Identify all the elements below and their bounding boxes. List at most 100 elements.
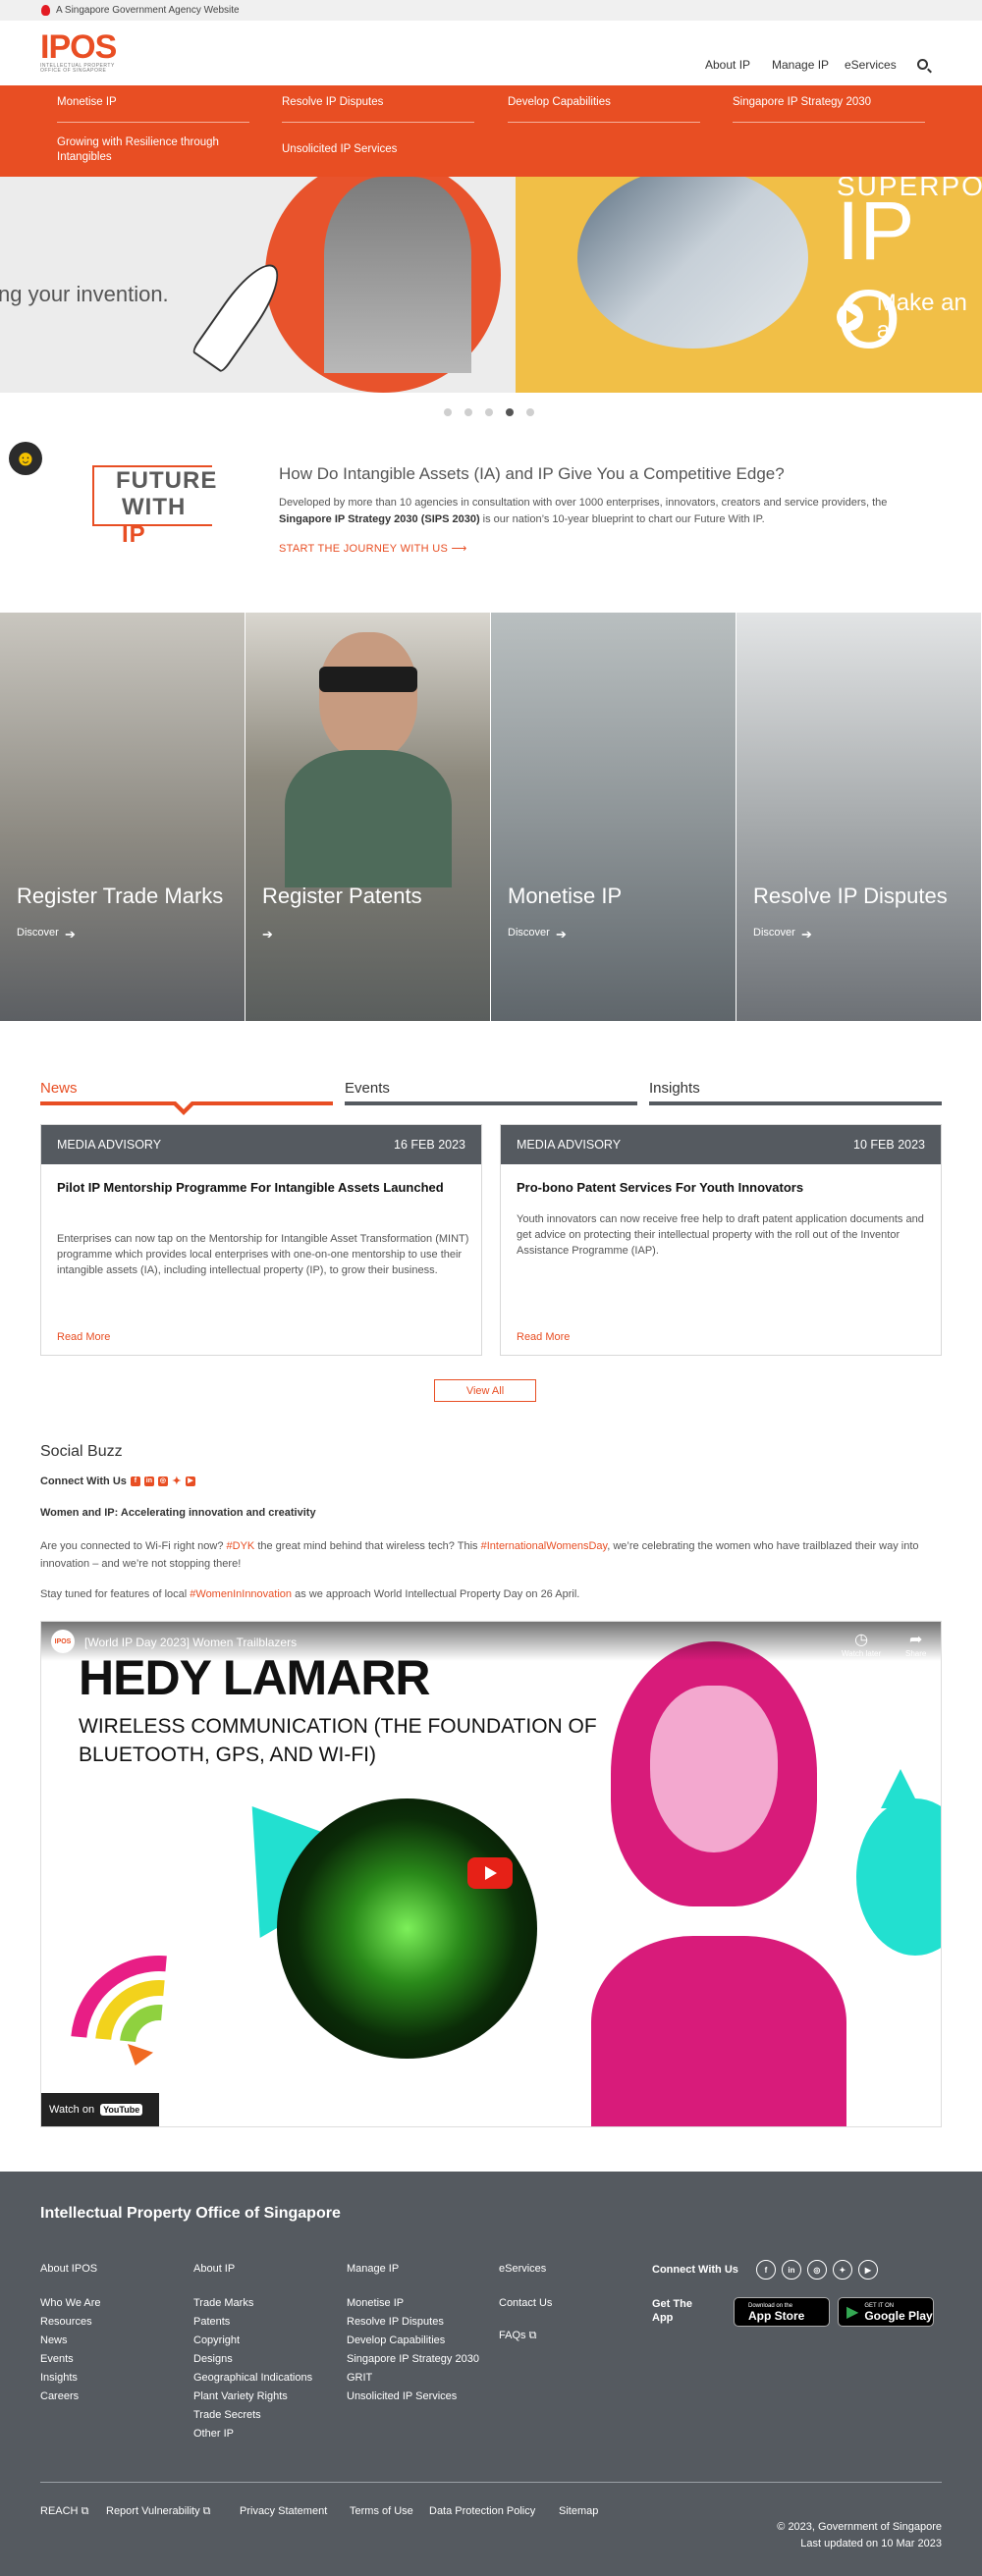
tile-register-trade-marks[interactable]: Register Trade Marks Discover ➔ [0, 613, 245, 1021]
news-card[interactable]: MEDIA ADVISORY 16 FEB 2023 Pilot IP Mento… [40, 1124, 482, 1356]
footer-link[interactable]: Contact Us [499, 2294, 552, 2313]
footer-link[interactable]: Copyright [193, 2332, 312, 2350]
menu-develop-capabilities[interactable]: Develop Capabilities [508, 95, 611, 110]
footer-link[interactable]: Patents [193, 2313, 312, 2332]
watch-on-youtube-button[interactable]: Watch on YouTube [41, 2093, 159, 2126]
youtube-play-button[interactable] [467, 1857, 513, 1889]
card-title[interactable]: Pilot IP Mentorship Programme For Intang… [57, 1178, 460, 1197]
search-icon[interactable] [917, 59, 928, 70]
start-journey-link[interactable]: START THE JOURNEY WITH US ⟶ [279, 542, 467, 555]
instagram-icon[interactable]: ◎ [157, 1476, 168, 1486]
footer-link[interactable]: Insights [40, 2369, 101, 2388]
carousel-dot-active[interactable] [506, 408, 514, 416]
ipos-channel-avatar[interactable]: IPOS [51, 1630, 75, 1653]
external-link-icon: ⧉ [202, 2505, 211, 2517]
hashtag-link[interactable]: #WomenInInnovation [190, 1588, 292, 1600]
footer-link[interactable]: GRIT [347, 2369, 484, 2388]
footer-link[interactable]: Who We Are [40, 2294, 101, 2313]
tab-insights[interactable]: Insights [649, 1080, 700, 1097]
footer-report-vulnerability-link[interactable]: Report Vulnerability ⧉ [106, 2505, 211, 2518]
boy-image [324, 177, 471, 373]
footer-sitemap-link[interactable]: Sitemap [559, 2505, 598, 2517]
twitter-icon[interactable]: ✦ [832, 2260, 852, 2280]
tile-register-patents[interactable]: Register Patents ➔ [246, 613, 490, 1021]
share-button[interactable]: ➦ Share [905, 1630, 926, 1658]
footer-reach-link[interactable]: REACH ⧉ [40, 2505, 88, 2518]
ipos-logo[interactable]: IPOS INTELLECTUAL PROPERTY OFFICE OF SIN… [40, 30, 148, 76]
footer-link[interactable]: Unsolicited IP Services [347, 2388, 484, 2406]
footer-link[interactable]: Other IP [193, 2425, 312, 2443]
youtube-icon[interactable]: ▶ [185, 1476, 195, 1486]
hashtag-link[interactable]: #DYK [227, 1540, 255, 1552]
site-footer: Intellectual Property Office of Singapor… [0, 2172, 982, 2576]
linkedin-icon[interactable]: in [781, 2260, 801, 2280]
footer-link[interactable]: Develop Capabilities [347, 2332, 484, 2350]
tile-monetise-ip[interactable]: Monetise IP Discover ➔ [491, 613, 736, 1021]
read-more-link[interactable]: Read More [57, 1331, 110, 1343]
twitter-icon[interactable]: ✦ [172, 1476, 182, 1487]
tab-events[interactable]: Events [345, 1080, 390, 1097]
footer-link[interactable]: FAQs ⧉ [499, 2327, 552, 2345]
get-the-app-label: Get The App [652, 2298, 692, 2324]
intro-body: Developed by more than 10 agencies in co… [279, 497, 888, 525]
video-title[interactable]: [World IP Day 2023] Women Trailblazers [84, 1636, 297, 1649]
footer-link[interactable]: Monetise IP [347, 2294, 484, 2313]
card-body: Enterprises can now tap on the Mentorshi… [57, 1233, 469, 1276]
hedy-lamarr-illustration [591, 1641, 846, 2126]
youtube-embed[interactable]: HEDY LAMARR WIRELESS COMMUNICATION (THE … [40, 1621, 942, 2127]
carousel-dot[interactable] [526, 408, 534, 416]
mega-menu: Monetise IP Resolve IP Disputes Develop … [0, 85, 982, 177]
app-store-badge[interactable]: Download on the App Store [734, 2297, 830, 2327]
footer-connect: Connect With Us f in ◎ ✦ ▶ [652, 2260, 878, 2280]
footer-link[interactable]: Careers [40, 2388, 101, 2406]
menu-unsolicited-ip[interactable]: Unsolicited IP Services [282, 142, 397, 157]
footer-link[interactable]: News [40, 2332, 101, 2350]
footer-link[interactable]: Trade Marks [193, 2294, 312, 2313]
menu-monetise-ip[interactable]: Monetise IP [57, 95, 117, 110]
instagram-icon[interactable]: ◎ [806, 2260, 827, 2280]
footer-data-protection-link[interactable]: Data Protection Policy [429, 2505, 535, 2517]
footer-title: Intellectual Property Office of Singapor… [40, 2205, 341, 2222]
footer-link[interactable]: Trade Secrets [193, 2406, 312, 2425]
watch-later-button[interactable]: ◷ Watch later [842, 1630, 881, 1658]
facebook-icon[interactable]: f [130, 1476, 140, 1486]
youtube-icon[interactable]: ▶ [857, 2260, 878, 2280]
nav-manage-ip[interactable]: Manage IP [772, 58, 829, 72]
hero-cta[interactable]: Make an a [837, 290, 982, 345]
linkedin-icon[interactable]: in [143, 1476, 154, 1486]
carousel-dot[interactable] [444, 408, 452, 416]
active-tab-caret [172, 1101, 195, 1115]
menu-resolve-ip-disputes[interactable]: Resolve IP Disputes [282, 95, 383, 110]
footer-link[interactable]: Resources [40, 2313, 101, 2332]
footer-link[interactable]: Singapore IP Strategy 2030 [347, 2350, 484, 2369]
card-title[interactable]: Pro-bono Patent Services For Youth Innov… [517, 1178, 919, 1197]
menu-sips-2030[interactable]: Singapore IP Strategy 2030 [733, 95, 871, 110]
view-all-button[interactable]: View All [434, 1379, 536, 1402]
footer-link[interactable]: Events [40, 2350, 101, 2369]
news-card[interactable]: MEDIA ADVISORY 10 FEB 2023 Pro-bono Paten… [500, 1124, 942, 1356]
arrow-right-icon: ⟶ [451, 543, 467, 555]
wifi-globe-image [277, 1798, 537, 2059]
google-play-badge[interactable]: ▶ GET IT ON Google Play [838, 2297, 934, 2327]
footer-link[interactable]: Geographical Indications [193, 2369, 312, 2388]
nav-eservices[interactable]: eServices [845, 58, 897, 72]
tile-resolve-ip-disputes[interactable]: Resolve IP Disputes Discover ➔ [736, 613, 981, 1021]
footer-terms-link[interactable]: Terms of Use [350, 2505, 413, 2517]
footer-link[interactable]: Resolve IP Disputes [347, 2313, 484, 2332]
hashtag-link[interactable]: #InternationalWomensDay [481, 1540, 608, 1552]
facebook-icon[interactable]: f [755, 2260, 776, 2280]
feedback-smiley-icon[interactable]: ☻ [9, 442, 42, 475]
carousel-dot[interactable] [464, 408, 472, 416]
nav-about-ip[interactable]: About IP [705, 58, 750, 72]
footer-link[interactable]: Plant Variety Rights [193, 2388, 312, 2406]
footer-link[interactable]: Designs [193, 2350, 312, 2369]
carousel-dot[interactable] [485, 408, 493, 416]
read-more-link[interactable]: Read More [517, 1331, 570, 1343]
play-icon [837, 303, 863, 331]
hero-carousel[interactable]: ng your invention. SUPERPOWER IP O Make … [0, 177, 982, 393]
tab-news[interactable]: News [40, 1080, 78, 1097]
menu-growing-resilience[interactable]: Growing with Resilience through Intangib… [57, 135, 234, 165]
site-header: IPOS INTELLECTUAL PROPERTY OFFICE OF SIN… [0, 21, 982, 85]
arrow-right-icon: ➔ [65, 927, 76, 941]
footer-privacy-link[interactable]: Privacy Statement [240, 2505, 327, 2517]
